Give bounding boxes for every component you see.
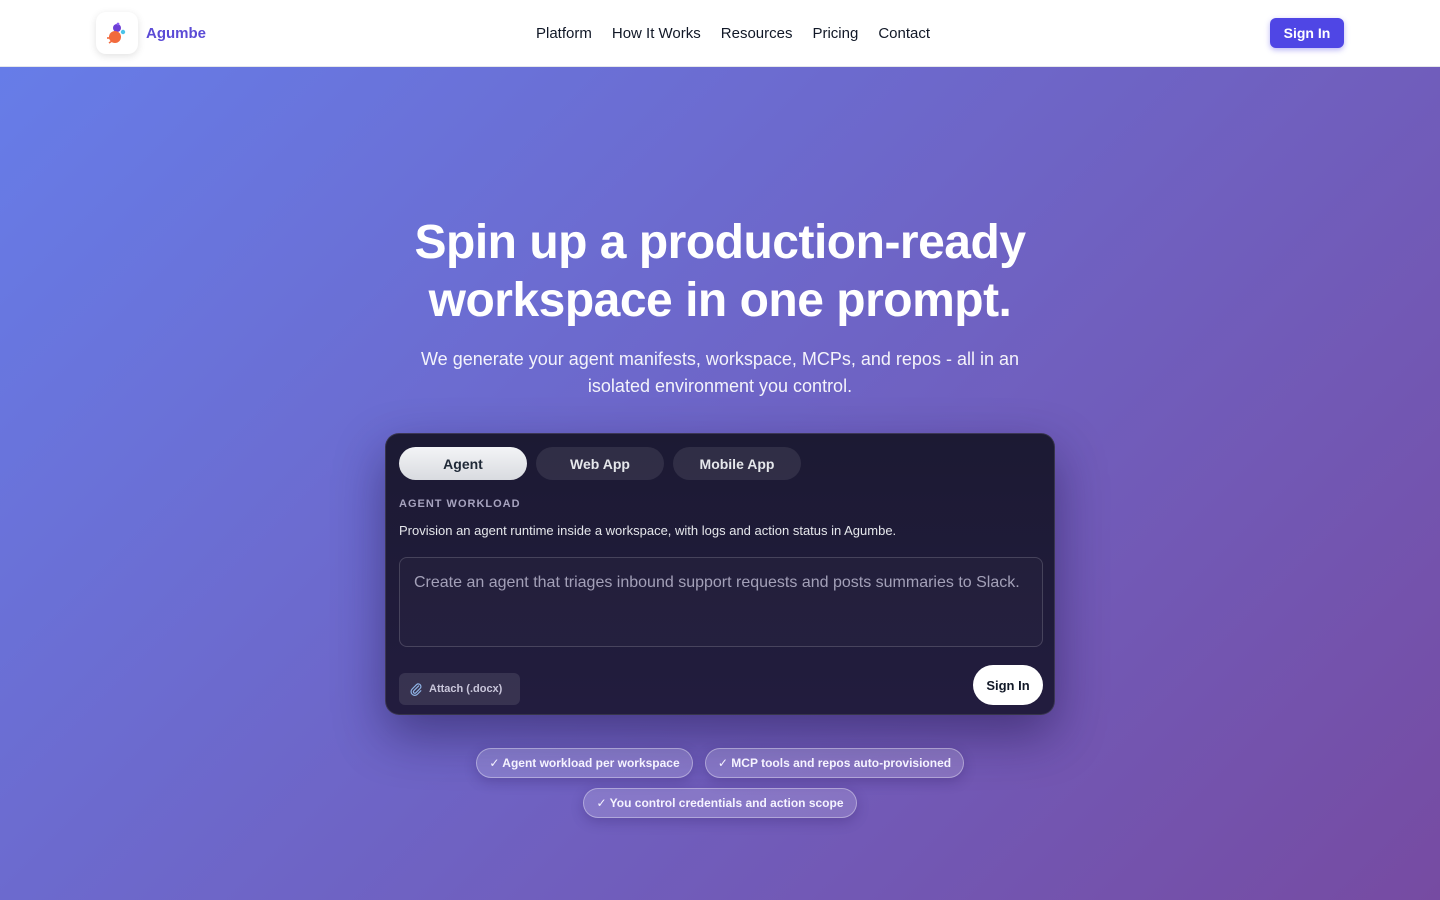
main-nav: Platform How It Works Resources Pricing … <box>536 0 950 67</box>
section-label: AGENT WORKLOAD <box>399 498 521 510</box>
brand-name: Agumbe <box>146 24 206 42</box>
section-description: Provision an agent runtime inside a work… <box>399 523 897 538</box>
hero-subtitle: We generate your agent manifests, worksp… <box>421 349 1019 396</box>
submit-sign-in-button[interactable]: Sign In <box>973 665 1043 705</box>
nav-how-it-works[interactable]: How It Works <box>612 25 701 42</box>
feature-pill-mcp-tools: ✓ MCP tools and repos auto-provisioned <box>705 748 964 778</box>
brand[interactable]: Agumbe <box>96 12 206 54</box>
tab-mobile-app[interactable]: Mobile App <box>673 447 801 480</box>
nav-resources[interactable]: Resources <box>721 25 793 42</box>
attach-button[interactable]: Attach (.docx) <box>399 673 520 705</box>
prompt-input[interactable]: Create an agent that triages inbound sup… <box>399 557 1043 647</box>
paperclip-icon <box>409 682 423 696</box>
attach-label: Attach (.docx) <box>429 683 503 695</box>
hero-title-line1: Spin up a production-ready <box>414 216 1026 269</box>
workload-tabs: Agent Web App Mobile App <box>399 447 810 480</box>
hero-title: Spin up a production-ready workspace in … <box>370 214 1070 330</box>
prompt-placeholder: Create an agent that triages inbound sup… <box>414 574 1020 591</box>
nav-platform[interactable]: Platform <box>536 25 592 42</box>
nav-pricing[interactable]: Pricing <box>812 25 858 42</box>
feature-pill-credentials: ✓ You control credentials and action sco… <box>583 788 857 818</box>
tab-web-app[interactable]: Web App <box>536 447 664 480</box>
hero-title-line2: workspace in one prompt. <box>428 274 1012 327</box>
sign-in-button[interactable]: Sign In <box>1270 18 1344 48</box>
agumbe-logo-icon <box>96 12 138 54</box>
nav-contact[interactable]: Contact <box>878 25 930 42</box>
feature-pill-agent-workload: ✓ Agent workload per workspace <box>476 748 693 778</box>
top-navbar: Agumbe Platform How It Works Resources P… <box>0 0 1440 67</box>
tab-agent[interactable]: Agent <box>399 447 527 480</box>
prompt-card: Agent Web App Mobile App AGENT WORKLOAD … <box>385 433 1055 715</box>
